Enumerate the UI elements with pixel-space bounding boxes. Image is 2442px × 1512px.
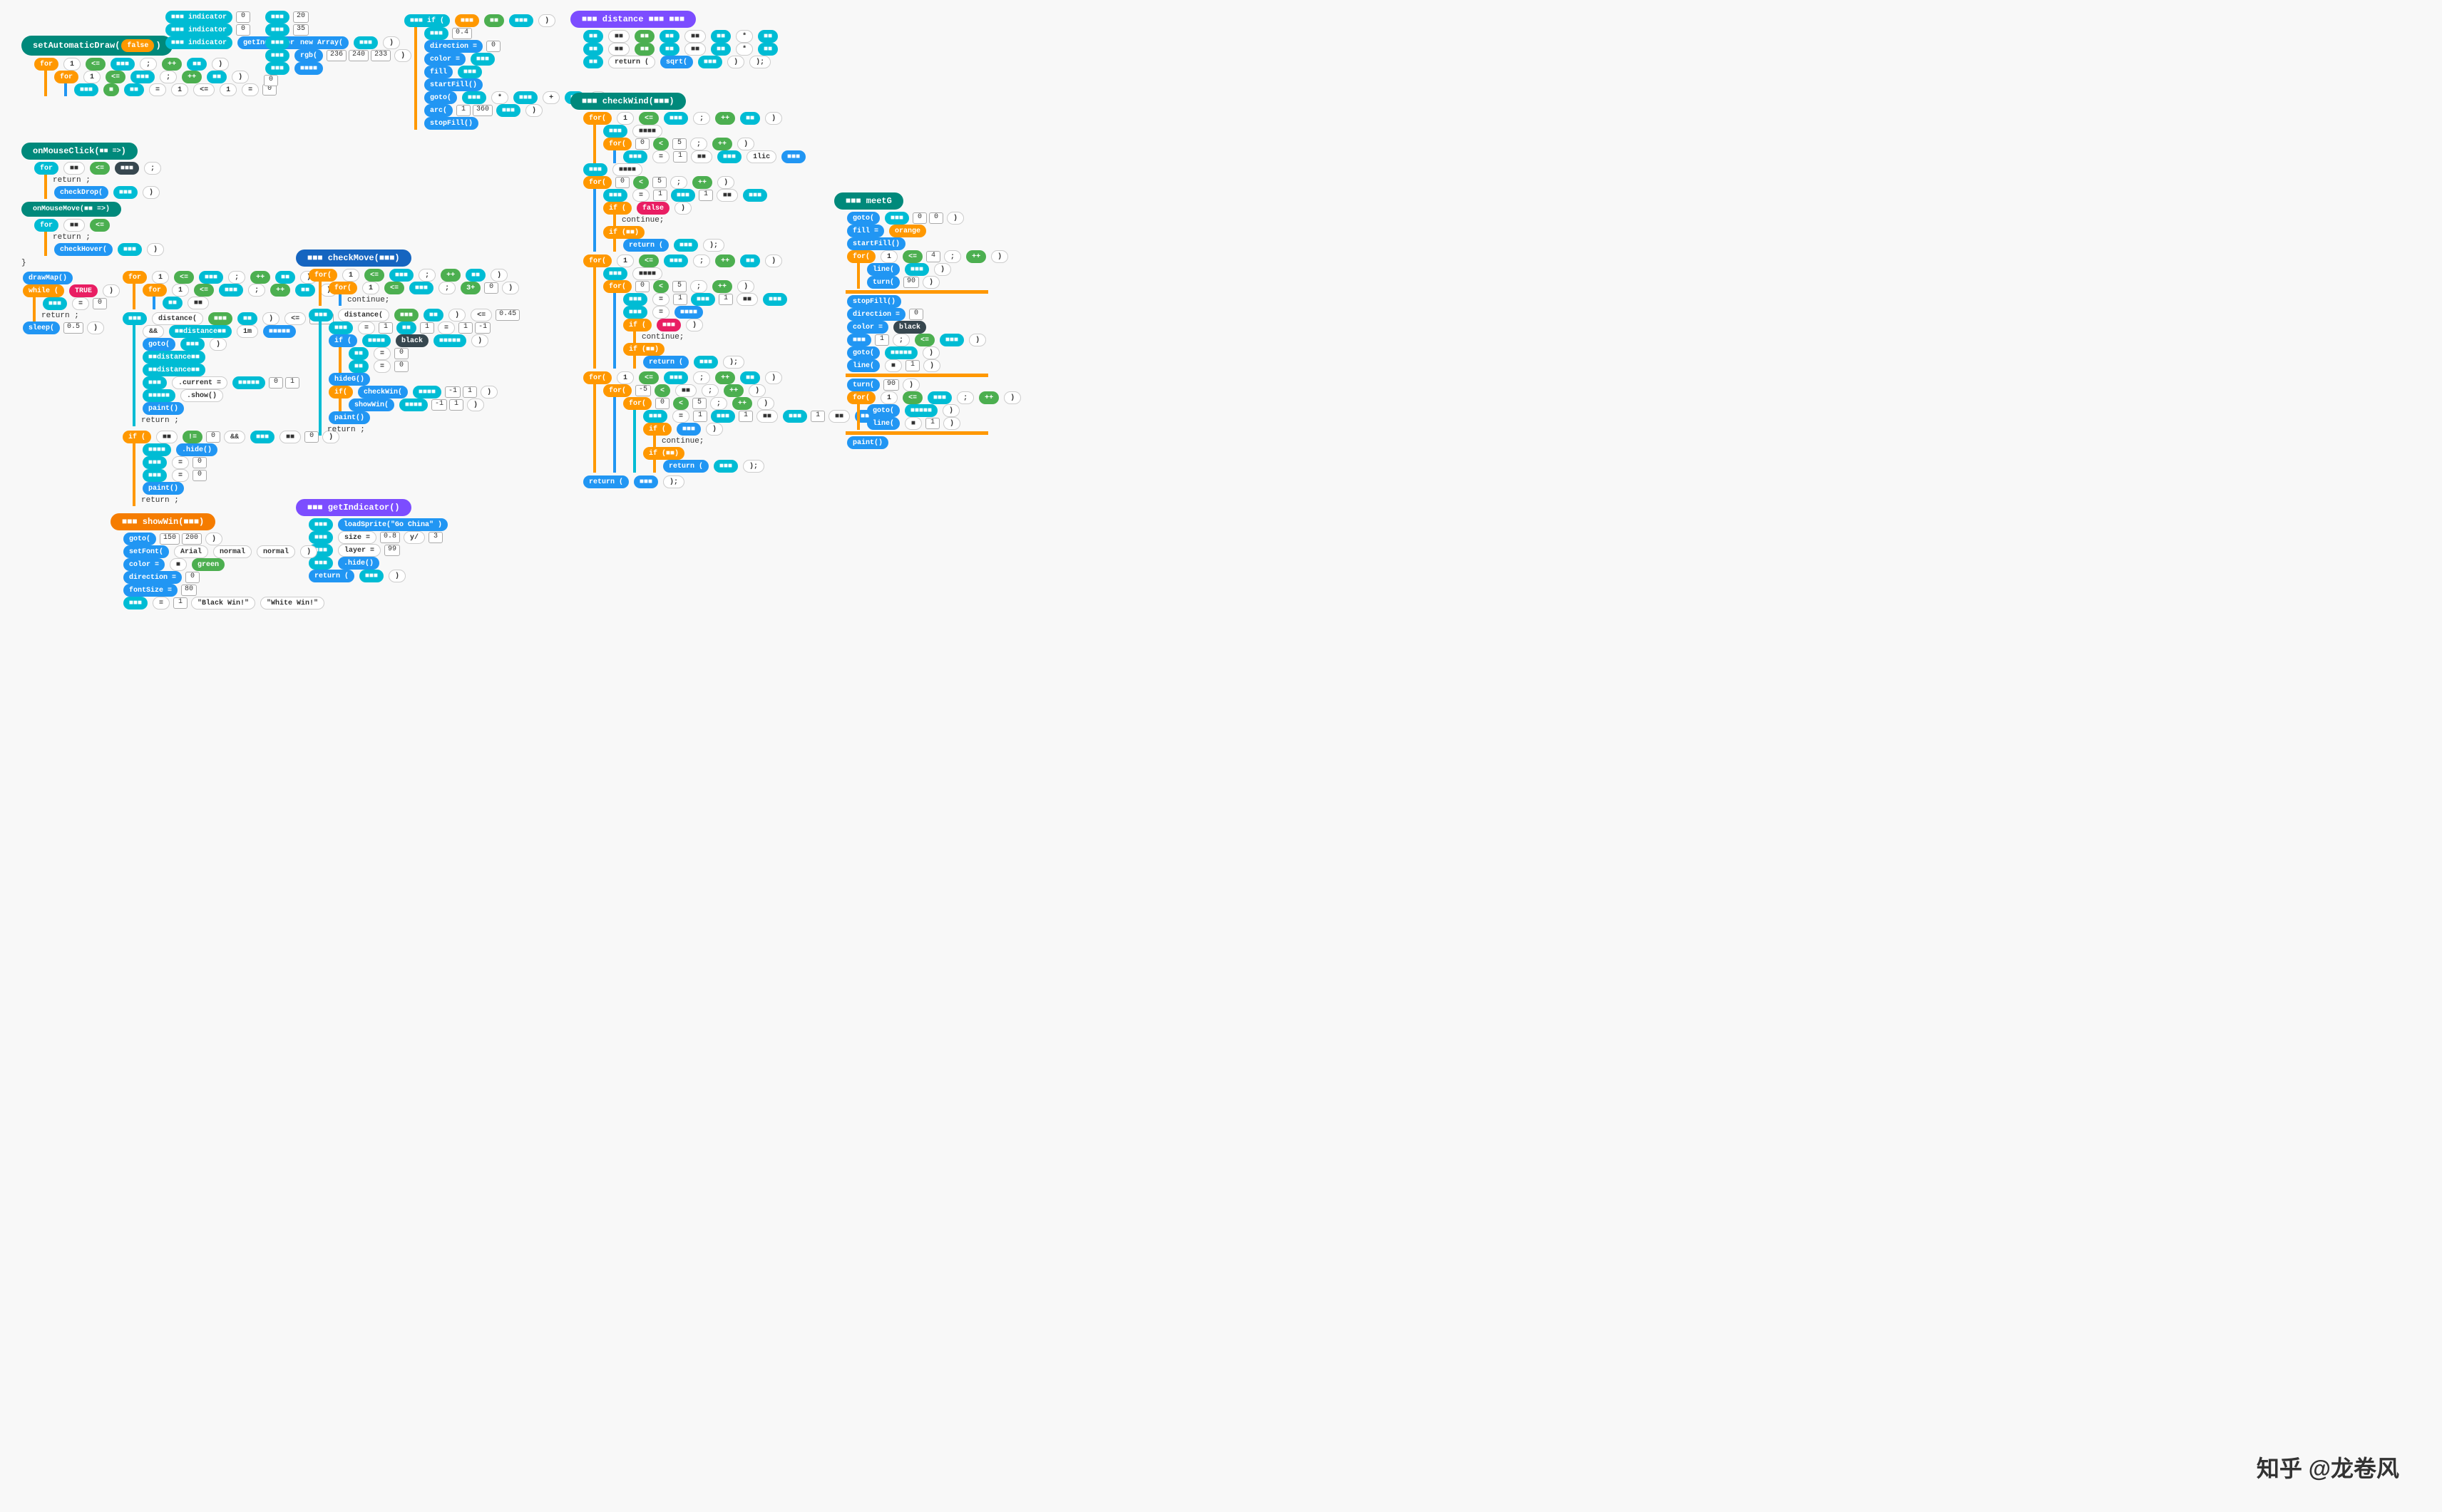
- section-meetg: ■■■ meetG goto( ■■■ 0 0 ) fill = orange …: [834, 192, 1022, 449]
- header-setautomaticdraw: setAutomaticDraw(false): [21, 36, 173, 56]
- main-canvas: setAutomaticDraw(false) for 1 <= ■■■ ; +…: [0, 0, 2442, 1512]
- section-array-rgb: ■■■ 20 ■■■ 35 ■■■ new Array( ■■■ ) ■■■ r…: [264, 11, 413, 86]
- section-checkmove: ■■■ checkMove(■■■) for( 1 <= ■■■ ; ++ ■■…: [296, 250, 520, 436]
- header-showwin: ■■■ showWin(■■■): [111, 513, 215, 530]
- header-checkwind: ■■■ distance ■■■ ■■■: [570, 11, 696, 28]
- section-checkwind-top: ■■■ distance ■■■ ■■■ ■■ ■■ ■■ ■■ ■■ ■■ *…: [570, 11, 779, 68]
- header-checkmove: ■■■ checkMove(■■■): [296, 250, 411, 267]
- header-meetg: ■■■ meetG: [834, 192, 903, 210]
- header-checkwind-body: ■■■ checkWind(■■■): [570, 93, 686, 110]
- header-onmouseclick: onMouseClick(■■ =>): [21, 143, 138, 160]
- section-checkwind-body: ■■■ checkWind(■■■) for( 1 <= ■■■ ; ++ ■■…: [570, 93, 876, 488]
- watermark: 知乎 @龙卷风: [2257, 1451, 2399, 1483]
- section-showwin: ■■■ showWin(■■■) goto( 150 200 ) setFont…: [111, 513, 326, 610]
